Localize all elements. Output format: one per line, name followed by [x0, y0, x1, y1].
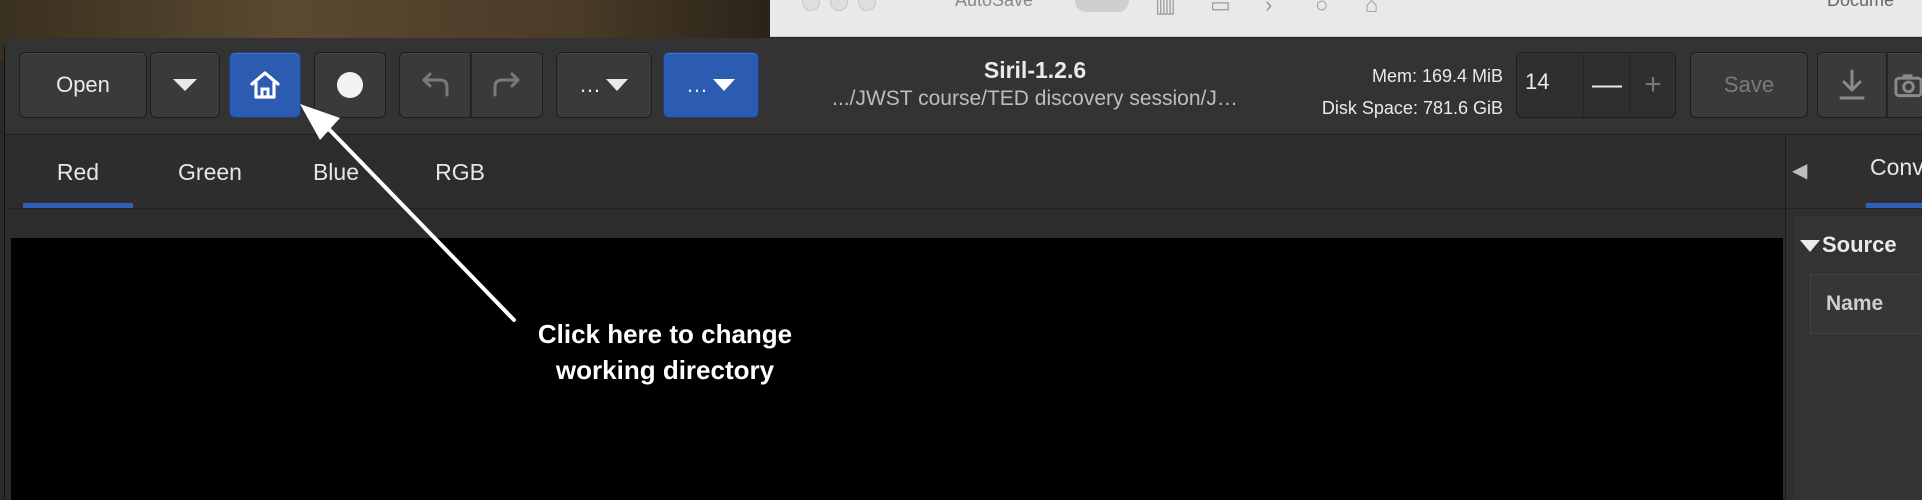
annotation-line-2: working directory [555, 355, 775, 385]
annotation-line-1: Click here to change [537, 319, 793, 349]
annotation-callout: Click here to change working directory [500, 316, 830, 388]
annotation-arrow [300, 104, 516, 322]
